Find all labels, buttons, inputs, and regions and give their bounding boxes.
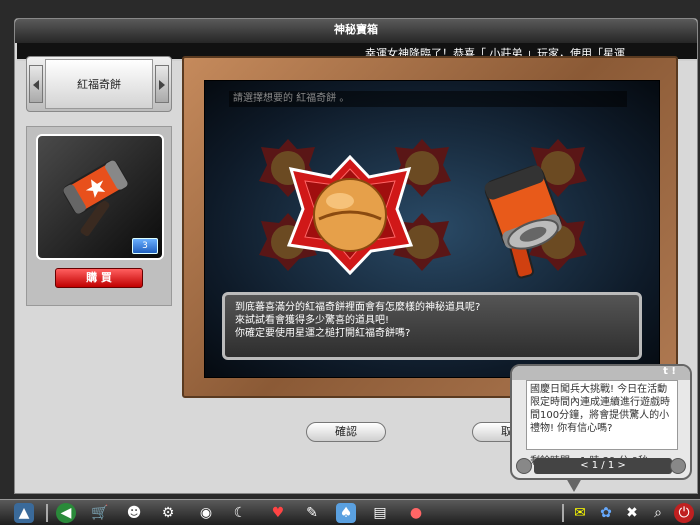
dialog-line: 你確定要使用星運之槌打開紅福奇餅嗎? <box>235 328 411 339</box>
dialog-line: 來試試看會獲得多少驚喜的道具吧! <box>235 315 390 326</box>
shirt-icon[interactable]: ♠ <box>336 503 356 523</box>
music-icon[interactable]: ● <box>406 503 426 523</box>
search-icon[interactable]: ⌕ <box>648 503 668 523</box>
item-panel: 3 購 買 <box>26 126 172 306</box>
category-selector: 紅福奇餅 <box>26 56 172 112</box>
tool-icon[interactable]: ✎ <box>302 503 322 523</box>
taskbar: ▲ ◀ 🛒 ☻ ⚙ ◉ ☾ ♥ ✎ ♠ ▤ ● ✉ ✿ ✖ ⌕ ⏻ <box>0 499 700 525</box>
globe-icon[interactable]: ◉ <box>196 503 216 523</box>
gear-icon[interactable]: ⚙ <box>158 503 178 523</box>
selection-hint: 請選擇想要的 紅福奇餅 。 <box>229 91 627 107</box>
window-title: 神秘寶箱 <box>334 23 378 36</box>
cart-icon[interactable]: 🛒 <box>90 503 110 523</box>
book-icon[interactable]: ▤ <box>370 503 390 523</box>
next-category-button[interactable] <box>155 65 169 103</box>
paw-icon[interactable]: ✿ <box>596 503 616 523</box>
taskbar-separator <box>562 504 564 522</box>
prev-category-button[interactable] <box>29 65 43 103</box>
confirm-dialog: 到底蕃喜滿分的紅福奇餅裡面會有怎麼樣的神秘道具呢? 來試試看會獲得多少驚喜的道具… <box>222 292 642 360</box>
next-page-button[interactable] <box>670 458 686 474</box>
buy-button[interactable]: 購 買 <box>55 268 143 288</box>
character-icon[interactable]: ☻ <box>124 503 144 523</box>
heart-icon[interactable]: ♥ <box>268 503 288 523</box>
popup-header: t ! <box>512 366 690 380</box>
confirm-button[interactable]: 確認 <box>306 422 386 442</box>
popup-body: 國慶日闖兵大挑戰! 今日在活動限定時間內連成連續進行遊戲時間100分鐘，將會提供… <box>526 380 678 450</box>
popup-text: 國慶日闖兵大挑戰! 今日在活動限定時間內連成連續進行遊戲時間100分鐘，將會提供… <box>530 384 670 434</box>
dialog-line: 到底蕃喜滿分的紅福奇餅裡面會有怎麼樣的神秘道具呢? <box>235 302 481 313</box>
item-quantity-badge: 3 <box>132 238 158 254</box>
prev-page-button[interactable] <box>516 458 532 474</box>
event-popup: t ! 國慶日闖兵大挑戰! 今日在活動限定時間內連成連續進行遊戲時間100分鐘，… <box>510 364 692 480</box>
power-icon[interactable]: ⏻ <box>674 503 694 523</box>
popup-tail <box>566 478 582 492</box>
notice-icon[interactable]: ✉ <box>570 503 590 523</box>
category-name: 紅福奇餅 <box>45 59 153 109</box>
popup-pager: < 1 / 1 > <box>516 458 686 474</box>
item-slot[interactable]: 3 <box>36 134 164 260</box>
pet-icon[interactable]: ☾ <box>230 503 250 523</box>
wrench-icon[interactable]: ✖ <box>622 503 642 523</box>
hammer-icon <box>484 165 562 279</box>
start-icon[interactable]: ▲ <box>14 503 34 523</box>
page-indicator: < 1 / 1 > <box>534 458 672 474</box>
title-bar[interactable]: 神秘寶箱 <box>15 19 697 43</box>
selected-fortune-cookie[interactable] <box>285 155 415 275</box>
taskbar-separator <box>46 504 48 522</box>
back-icon[interactable]: ◀ <box>56 503 76 523</box>
